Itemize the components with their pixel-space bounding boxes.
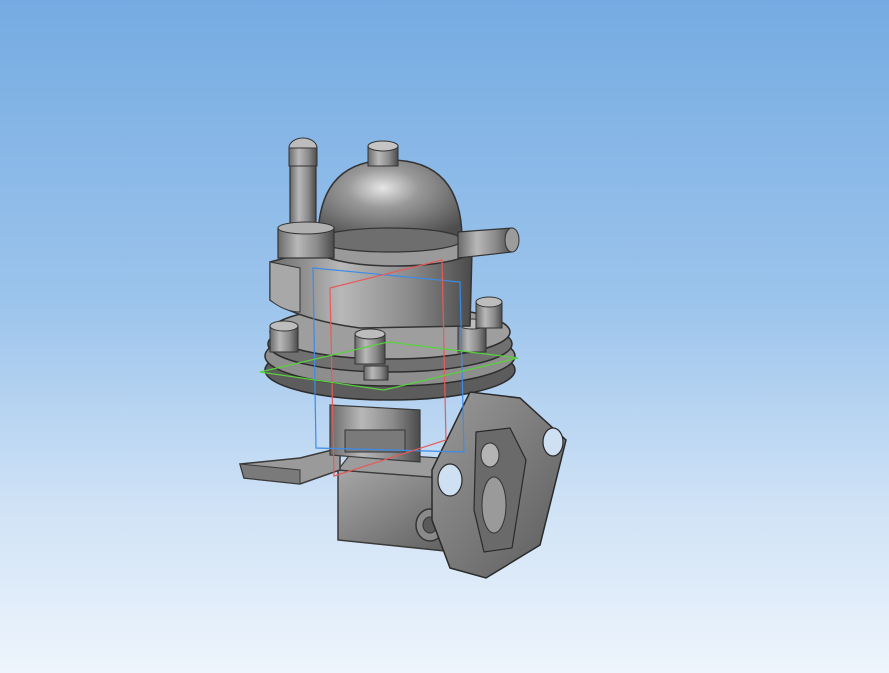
screw-4 xyxy=(475,296,503,329)
pump-neck xyxy=(329,404,421,463)
3d-viewport[interactable] xyxy=(0,0,889,673)
screw-1 xyxy=(269,320,299,353)
lever-arm xyxy=(239,447,341,485)
mounting-flange xyxy=(431,391,567,579)
dome-cap xyxy=(317,140,463,253)
screw-5 xyxy=(363,365,389,381)
outlet-pipe xyxy=(457,227,520,259)
model-canvas[interactable] xyxy=(0,0,889,673)
